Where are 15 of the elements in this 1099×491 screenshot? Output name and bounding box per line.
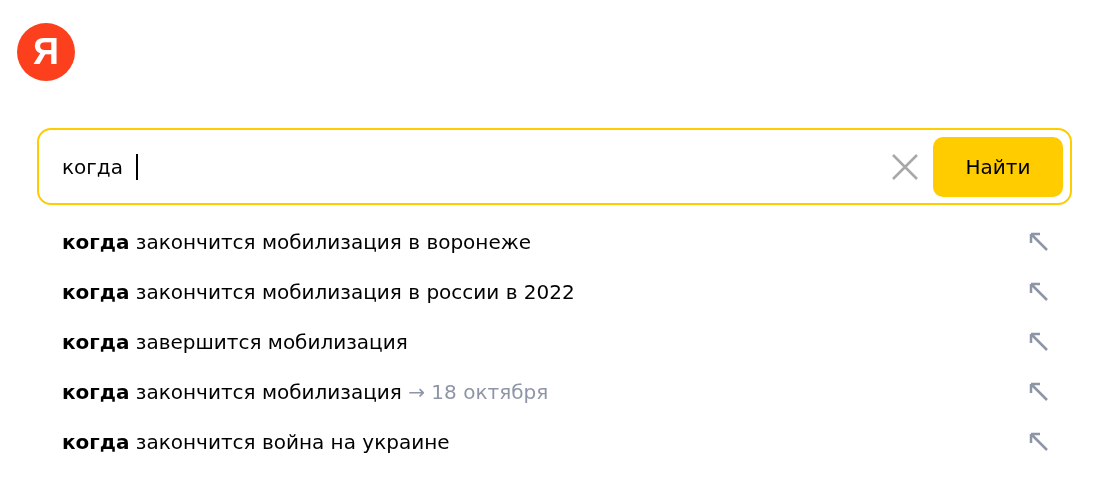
logo[interactable]: Я [17, 23, 75, 81]
arrow-icon[interactable] [1029, 332, 1049, 352]
text-cursor [136, 153, 138, 180]
arrow-icon[interactable] [1029, 432, 1049, 452]
suggestion-item[interactable]: когда закончится мобилизация → 18 октября [62, 380, 1029, 404]
close-icon[interactable] [891, 152, 919, 181]
arrow-icon[interactable] [1029, 382, 1049, 402]
arrow-icon[interactable] [1029, 232, 1049, 252]
suggestion-item[interactable]: когда закончится война на украине [62, 430, 1029, 454]
search-button[interactable]: Найти [933, 136, 1063, 197]
suggestion-item[interactable]: когда закончится мобилизация в россии в 2022 [62, 280, 1029, 304]
arrow-icon[interactable] [1029, 282, 1049, 302]
search-field[interactable]: когда Найти [37, 128, 1072, 205]
suggestion-item[interactable]: когда закончится мобилизация в воронеже [62, 230, 1029, 254]
suggestion-item[interactable]: когда завершится мобилизация [62, 330, 1029, 354]
